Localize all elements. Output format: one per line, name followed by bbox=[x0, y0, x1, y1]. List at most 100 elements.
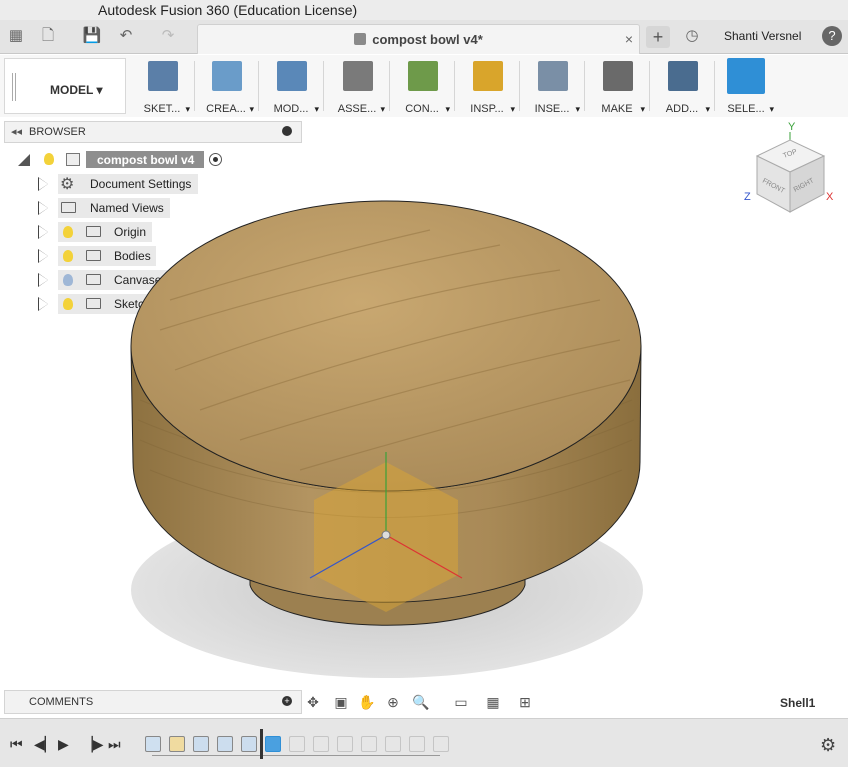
toolbar-separator bbox=[519, 61, 520, 111]
toolbar-group-label: ADD... bbox=[665, 103, 699, 115]
insert-icon bbox=[538, 61, 568, 91]
inspect-icon bbox=[473, 61, 503, 91]
workspace-name: MODEL bbox=[50, 83, 94, 97]
assemble-icon bbox=[343, 61, 373, 91]
viewport-canvas[interactable] bbox=[0, 144, 848, 689]
timeline-bar: ⏮ ◀▏ ▶ ▕▶ ⏭ ⚙ bbox=[0, 718, 848, 767]
fit-zoom-icon[interactable]: 🔍 bbox=[410, 692, 432, 712]
timeline-suppressed-feature-icon[interactable] bbox=[337, 736, 353, 752]
toolbar-group-label: SELE... bbox=[727, 103, 765, 115]
viewcube[interactable]: Y TOP FRONT RIGHT X Z bbox=[740, 118, 840, 228]
origin-point[interactable] bbox=[381, 530, 391, 540]
timeline-suppressed-feature-icon[interactable] bbox=[385, 736, 401, 752]
step-back-icon[interactable]: ◀▏ bbox=[34, 736, 56, 753]
toolbar-group-inspect[interactable]: INSP... ▾ bbox=[457, 58, 517, 115]
zoom-icon[interactable]: ⊕ bbox=[382, 692, 404, 712]
timeline-marker[interactable] bbox=[260, 729, 263, 759]
timeline-suppressed-feature-icon[interactable] bbox=[313, 736, 329, 752]
close-tab-button[interactable]: × bbox=[625, 31, 633, 47]
display-settings-icon[interactable]: ▭ bbox=[450, 692, 472, 712]
application-bar: ▦ 🗋 💾 ↶ ↷ compost bowl v4* × + ◷ Shanti … bbox=[0, 20, 848, 54]
viewcube-z-label: Z bbox=[744, 191, 751, 203]
timeline-feature-sketch-icon[interactable] bbox=[169, 736, 185, 752]
toolbar-separator bbox=[194, 61, 195, 111]
user-name[interactable]: Shanti Versnel bbox=[724, 29, 801, 43]
timeline-feature-canvas-icon[interactable] bbox=[145, 736, 161, 752]
addins-icon bbox=[668, 61, 698, 91]
redo-icon[interactable]: ↷ bbox=[158, 27, 178, 45]
dropdown-arrow-icon: ▾ bbox=[705, 104, 710, 114]
active-feature-label: Shell1 bbox=[780, 696, 816, 710]
job-status-clock-icon[interactable]: ◷ bbox=[682, 27, 702, 45]
timeline-feature-chamfer-icon[interactable] bbox=[241, 736, 257, 752]
fusion-window: Autodesk Fusion 360 (Education License) … bbox=[0, 0, 848, 767]
dropdown-arrow-icon: ▾ bbox=[575, 104, 580, 114]
timeline-suppressed-feature-icon[interactable] bbox=[409, 736, 425, 752]
step-forward-icon[interactable]: ▕▶ bbox=[82, 736, 104, 753]
viewports-icon[interactable]: ⊞ bbox=[514, 692, 536, 712]
browser-panel-header: ◂◂ BROWSER bbox=[4, 121, 302, 143]
toolbar-group-label: INSP... bbox=[470, 103, 504, 115]
comments-title: COMMENTS bbox=[29, 696, 94, 708]
toolbar-group-create[interactable]: CREA... ▾ bbox=[196, 58, 256, 115]
toolbar-separator bbox=[649, 61, 650, 111]
collapse-browser-icon[interactable]: ◂◂ bbox=[11, 125, 22, 138]
play-icon[interactable]: ▶ bbox=[58, 736, 69, 753]
toolbar-group-label: CON... bbox=[405, 103, 439, 115]
toolbar-separator bbox=[323, 61, 324, 111]
toolbar-group-assemble[interactable]: ASSE... ▾ bbox=[327, 58, 387, 115]
browser-title: BROWSER bbox=[29, 126, 86, 138]
sketch-icon bbox=[148, 61, 178, 91]
toolbar-group-insert[interactable]: INSE... ▾ bbox=[522, 58, 582, 115]
file-menu-icon[interactable]: 🗋 bbox=[38, 27, 58, 45]
toolbar-group-label: ASSE... bbox=[337, 103, 377, 115]
go-to-end-icon[interactable]: ⏭ bbox=[108, 736, 121, 753]
timeline-settings-gear-icon[interactable]: ⚙ bbox=[820, 735, 836, 756]
timeline-suppressed-feature-icon[interactable] bbox=[361, 736, 377, 752]
toolbar-separator bbox=[389, 61, 390, 111]
toolbar-group-label: SKET... bbox=[143, 103, 181, 115]
comments-panel-header: COMMENTS + bbox=[4, 690, 302, 714]
timeline-feature-revolve-icon[interactable] bbox=[193, 736, 209, 752]
dropdown-arrow-icon: ▾ bbox=[249, 104, 254, 114]
toolbar-separator bbox=[714, 61, 715, 111]
add-comment-button[interactable]: + bbox=[282, 696, 292, 706]
timeline-suppressed-feature-icon[interactable] bbox=[289, 736, 305, 752]
timeline-feature-fillet-icon[interactable] bbox=[217, 736, 233, 752]
data-panel-grid-icon[interactable]: ▦ bbox=[6, 27, 26, 45]
dropdown-arrow-icon: ▾ bbox=[380, 104, 385, 114]
title-bar: Autodesk Fusion 360 (Education License) bbox=[0, 0, 848, 20]
save-icon[interactable]: 💾 bbox=[82, 27, 102, 45]
toolbar-separator bbox=[258, 61, 259, 111]
timeline-suppressed-feature-icon[interactable] bbox=[433, 736, 449, 752]
dropdown-arrow-icon: ▾ bbox=[510, 104, 515, 114]
browser-minimize-button[interactable] bbox=[282, 126, 292, 136]
look-at-icon[interactable]: ▣ bbox=[330, 692, 352, 712]
toolbar-group-modify[interactable]: MOD... ▾ bbox=[261, 58, 321, 115]
viewcube-y-label: Y bbox=[788, 121, 796, 133]
document-tab[interactable]: compost bowl v4* × bbox=[197, 24, 640, 54]
toolbar-group-select[interactable]: SELE... ▾ bbox=[716, 58, 776, 115]
toolbar-group-sketch[interactable]: SKET... ▾ bbox=[132, 58, 192, 115]
toolbar-group-construct[interactable]: CON... ▾ bbox=[392, 58, 452, 115]
dropdown-arrow-icon: ▾ bbox=[185, 104, 190, 114]
timeline-feature-shell-icon[interactable] bbox=[265, 736, 281, 752]
toolbar-separator bbox=[454, 61, 455, 111]
toolbar-group-addins[interactable]: ADD... ▾ bbox=[652, 58, 712, 115]
undo-icon[interactable]: ↶ bbox=[116, 27, 136, 45]
window-title: Autodesk Fusion 360 (Education License) bbox=[98, 2, 358, 18]
new-tab-button[interactable]: + bbox=[646, 26, 670, 48]
go-to-start-icon[interactable]: ⏮ bbox=[10, 736, 23, 753]
toolbar-group-label: CREA... bbox=[206, 103, 246, 115]
orbit-icon[interactable]: ✥ bbox=[302, 692, 324, 712]
toolbar-group-make[interactable]: MAKE ▾ bbox=[587, 58, 647, 115]
construct-icon bbox=[408, 61, 438, 91]
workspace-switcher[interactable]: MODEL ▾ bbox=[4, 58, 126, 114]
toolbar-group-label: MOD... bbox=[273, 103, 309, 115]
pan-hand-icon[interactable]: ✋ bbox=[356, 692, 378, 712]
create-icon bbox=[212, 61, 242, 91]
grid-settings-icon[interactable]: ▦ bbox=[482, 692, 504, 712]
make-icon bbox=[603, 61, 633, 91]
help-button[interactable]: ? bbox=[822, 26, 842, 46]
dropdown-arrow-icon: ▾ bbox=[314, 104, 319, 114]
